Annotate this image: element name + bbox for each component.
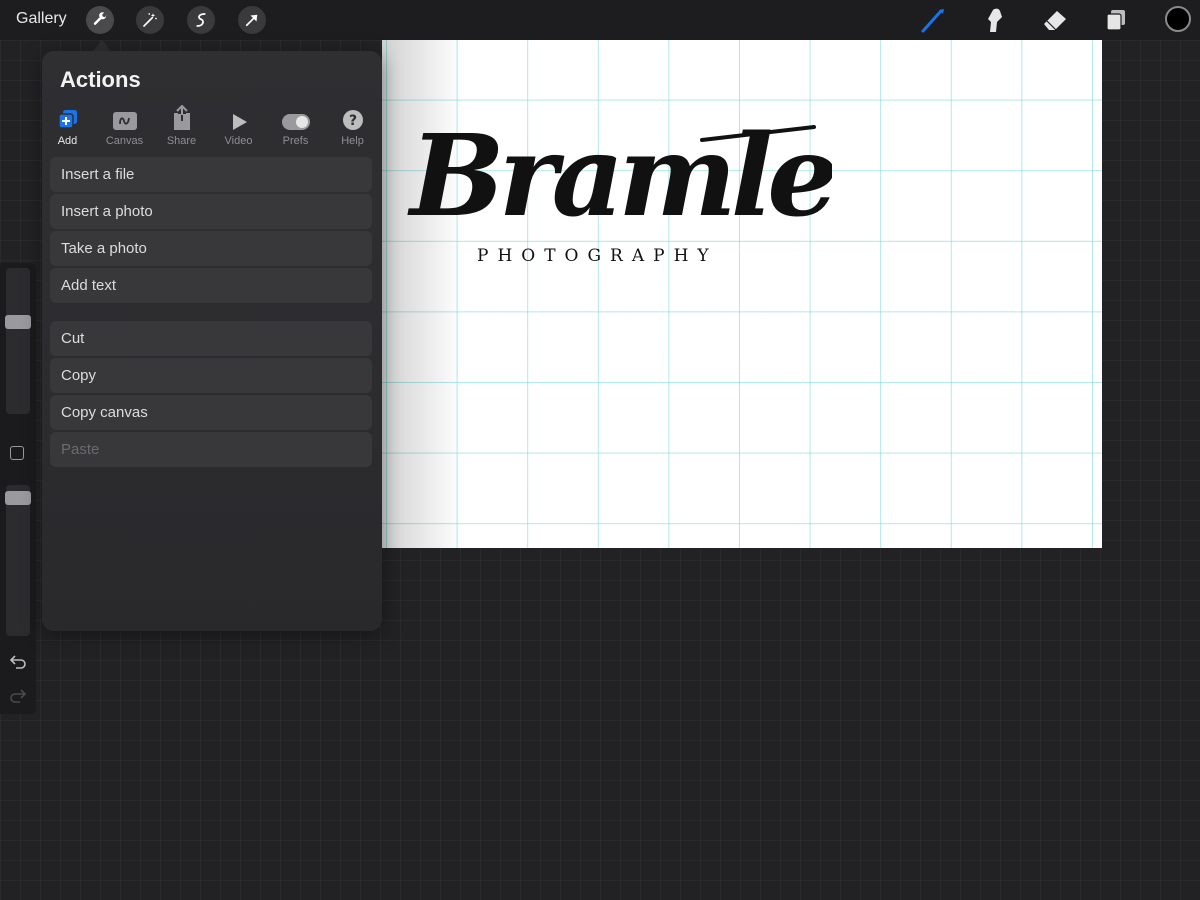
tab-video-label: Video [224,135,253,147]
actions-wrench-button[interactable] [86,6,114,34]
smudge-button[interactable] [979,6,1009,34]
tab-canvas-label: Canvas [105,135,144,147]
insert-file-item[interactable]: Insert a file [50,157,372,192]
logo-script-artwork: Bramlett [407,111,832,242]
tab-add[interactable]: Add [39,105,96,147]
transform-button[interactable] [238,6,266,34]
top-toolbar: Gallery [0,0,1200,40]
panel-pointer [93,40,111,51]
selection-icon [196,13,206,27]
toggle-icon [281,114,310,130]
opacity-slider[interactable] [6,485,30,636]
tab-share-label: Share [166,135,197,147]
undo-icon[interactable] [9,653,27,671]
brush-size-thumb[interactable] [5,315,31,329]
brush-button[interactable] [918,6,948,34]
magic-wand-icon [143,13,157,27]
tab-add-label: Add [57,135,78,147]
tab-prefs-label: Prefs [282,135,309,147]
canvas-icon [112,112,137,130]
copy-item[interactable]: Copy [50,358,372,393]
modify-button[interactable] [10,446,24,460]
adjustments-button[interactable] [136,6,164,34]
smudge-icon [988,8,1002,32]
brush-size-slider[interactable] [6,268,30,414]
tab-help[interactable]: ? Help [324,105,381,147]
tab-help-label: Help [341,135,364,147]
color-picker-button[interactable] [1165,6,1191,32]
wrench-icon [93,12,107,25]
left-sidebar [0,263,36,714]
insert-photo-item[interactable]: Insert a photo [50,194,372,229]
eraser-icon [1044,11,1066,31]
take-photo-item[interactable]: Take a photo [50,231,372,266]
cut-item[interactable]: Cut [50,321,372,356]
logo-subtitle: PHOTOGRAPHY [477,246,718,266]
tab-video[interactable]: Video [210,105,267,147]
layers-icon [1106,10,1125,31]
eraser-button[interactable] [1040,6,1070,34]
selection-button[interactable] [187,6,215,34]
play-icon [232,114,247,130]
paste-item: Paste [50,432,372,467]
drawing-canvas[interactable]: Bramlett PHOTOGRAPHY [382,40,1102,548]
opacity-thumb[interactable] [5,491,31,505]
layers-button[interactable] [1101,6,1131,34]
tab-share[interactable]: Share [153,105,210,147]
help-icon: ? [342,110,363,130]
tab-prefs[interactable]: Prefs [267,105,324,147]
actions-tabs: Add Canvas Share Video Prefs ? Help [42,105,382,155]
share-icon [173,105,190,130]
tab-canvas[interactable]: Canvas [96,105,153,147]
brush-icon [921,9,944,33]
actions-panel: Actions Add Canvas Share Video Prefs ? H… [42,51,382,631]
add-layers-icon [57,110,77,129]
gallery-button[interactable]: Gallery [16,10,67,28]
add-text-item[interactable]: Add text [50,268,372,303]
panel-title: Actions [60,67,141,92]
copy-canvas-item[interactable]: Copy canvas [50,395,372,430]
transform-arrow-icon [245,14,258,27]
redo-icon[interactable] [9,687,27,705]
svg-text:?: ? [348,113,356,129]
